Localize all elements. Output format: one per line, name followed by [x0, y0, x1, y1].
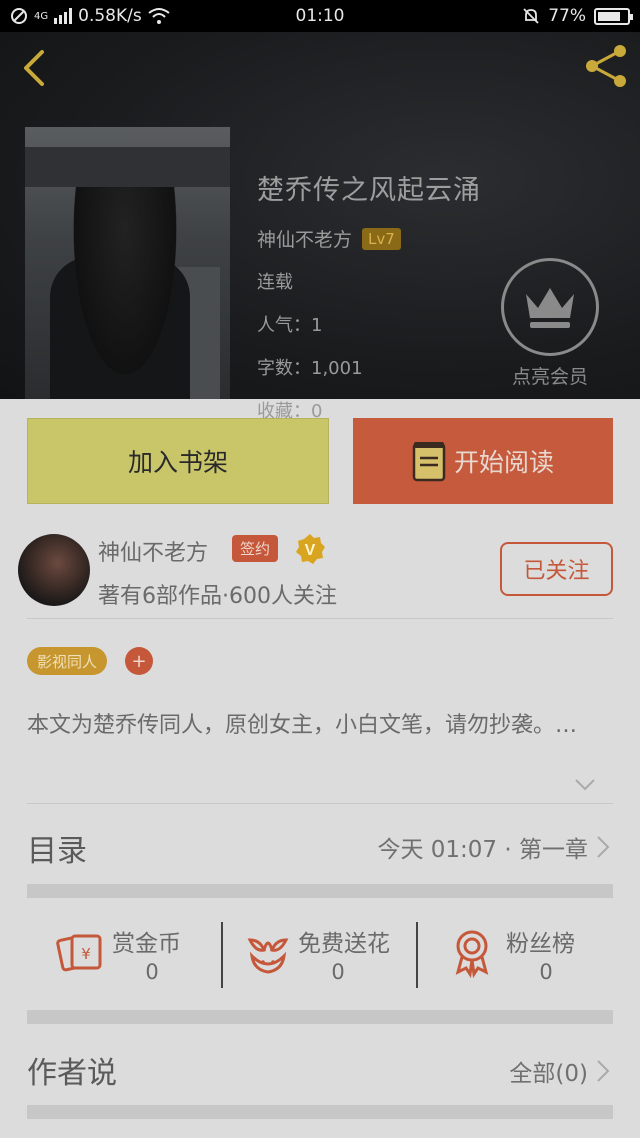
divider — [416, 922, 418, 988]
book-hero: 楚乔传之风起云涌 神仙不老方 Lv7 连载 人气：1 字数：1,001 收藏：0… — [0, 32, 640, 422]
reward-coin-count: 0 — [145, 960, 159, 984]
battery-icon — [594, 7, 633, 25]
book-cover[interactable] — [25, 127, 230, 399]
divider — [27, 803, 613, 804]
genre-tag[interactable]: 影视同人 — [27, 647, 108, 675]
battery-percent: 77% — [548, 6, 586, 26]
v-badge-icon: V — [296, 534, 325, 564]
catalog-latest[interactable]: 今天 01:07 · 第一章 — [377, 830, 610, 864]
vip-button[interactable]: 点亮会员 — [500, 258, 600, 389]
reward-coin-stat[interactable]: ¥ 赏金币 0 — [56, 922, 236, 992]
chevron-left-icon — [24, 50, 44, 86]
flower-count: 0 — [331, 960, 345, 984]
svg-text:V: V — [305, 542, 316, 559]
catalog-latest-text: 今天 01:07 · 第一章 — [377, 837, 588, 863]
book-popularity: 人气：1 — [257, 315, 323, 336]
chevron-right-icon — [597, 1060, 610, 1082]
flower-stat[interactable]: 免费送花 0 — [242, 922, 422, 992]
fan-rank-count: 0 — [539, 960, 553, 984]
book-title: 楚乔传之风起云涌 — [257, 175, 481, 206]
reward-coin-icon: ¥ — [56, 934, 102, 972]
fan-rank-stat[interactable]: 粉丝榜 0 — [450, 922, 630, 992]
author-says-all-text: 全部(0) — [509, 1061, 588, 1087]
flower-icon — [247, 938, 289, 974]
back-button[interactable] — [14, 42, 54, 92]
divider — [27, 618, 613, 619]
add-tag-label: + — [131, 650, 147, 672]
book-word-count: 字数：1,001 — [257, 358, 363, 379]
author-avatar[interactable] — [18, 534, 90, 606]
vip-label: 点亮会员 — [511, 366, 588, 388]
divider — [221, 922, 223, 988]
signed-badge: 签约 — [232, 535, 279, 562]
share-icon — [586, 45, 626, 87]
flower-label: 免费送花 — [298, 931, 390, 957]
svg-text:¥: ¥ — [81, 945, 91, 963]
section-band — [27, 884, 613, 898]
book-author[interactable]: 神仙不老方 — [257, 225, 352, 252]
start-reading-label: 开始阅读 — [453, 448, 554, 477]
status-bar: 4G 0.58K/s 01:10 77% — [0, 0, 640, 32]
author-stats: 著有6部作品·600人关注 — [98, 584, 337, 609]
chevron-right-icon — [597, 836, 610, 858]
chevron-down-icon[interactable] — [574, 778, 596, 792]
book-description[interactable]: 本文为楚乔传同人，原创女主，小白文笔，请勿抄袭。… — [27, 710, 612, 741]
section-band — [27, 1010, 613, 1024]
level-badge: Lv7 — [362, 227, 401, 250]
book-status: 连载 — [257, 272, 293, 293]
catalog-title[interactable]: 目录 — [27, 826, 87, 870]
author-says-all[interactable]: 全部(0) — [509, 1054, 610, 1088]
book-icon — [412, 442, 446, 482]
mute-bell-icon — [523, 8, 539, 24]
follow-button[interactable]: 已关注 — [500, 542, 613, 596]
author-name[interactable]: 神仙不老方 — [98, 535, 208, 567]
add-to-shelf-label: 加入书架 — [127, 448, 228, 477]
follow-label: 已关注 — [523, 559, 590, 584]
author-row: 神仙不老方 Lv7 — [257, 225, 401, 252]
fan-rank-label: 粉丝榜 — [506, 931, 575, 957]
section-band — [27, 1105, 613, 1119]
medal-icon — [455, 930, 489, 978]
start-reading-button[interactable]: 开始阅读 — [353, 418, 613, 504]
crown-icon — [526, 288, 574, 328]
author-says-title[interactable]: 作者说 — [27, 1048, 117, 1092]
add-to-shelf-button[interactable]: 加入书架 — [27, 418, 329, 504]
add-tag-button[interactable]: + — [125, 647, 153, 675]
share-button[interactable] — [582, 42, 630, 90]
reward-coin-label: 赏金币 — [112, 931, 181, 957]
